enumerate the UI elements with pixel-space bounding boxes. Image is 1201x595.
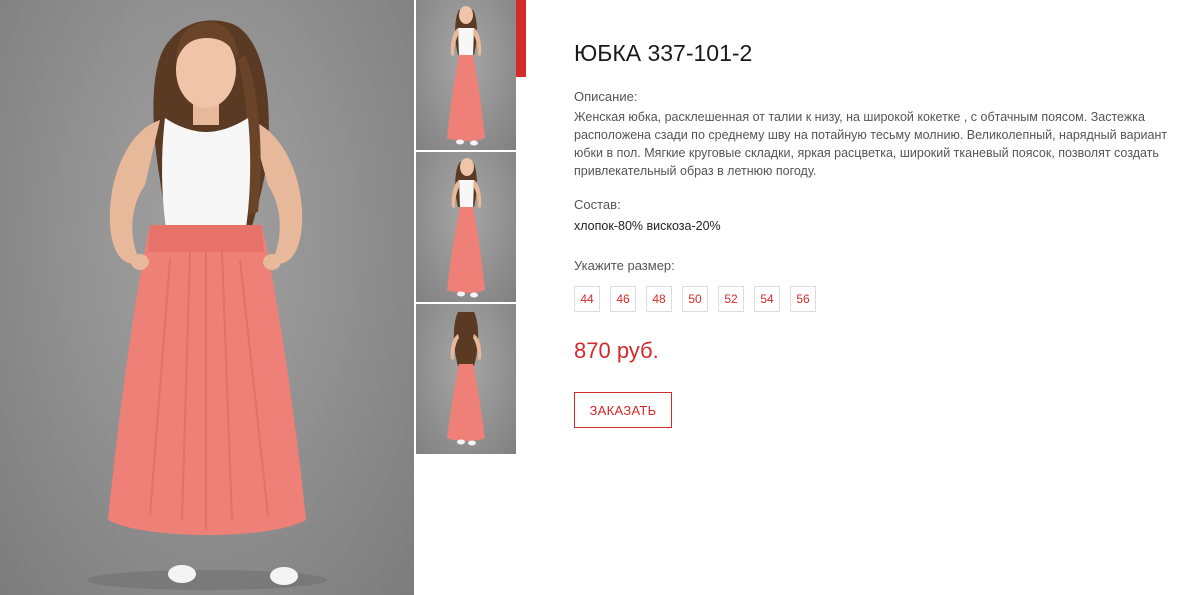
size-option-50[interactable]: 50 <box>682 286 708 312</box>
thumbnail-three-quarter-image <box>447 158 485 298</box>
thumbnail-front-image <box>447 6 485 146</box>
size-option-46[interactable]: 46 <box>610 286 636 312</box>
thumbnail-back-image <box>447 312 485 446</box>
thumbnail-list <box>416 0 516 456</box>
product-description: Женская юбка, расклешенная от талии к ни… <box>574 110 1168 178</box>
size-option-54[interactable]: 54 <box>754 286 780 312</box>
active-thumbnail-indicator <box>516 0 526 77</box>
size-label: Укажите размер: <box>574 258 675 273</box>
order-button[interactable]: ЗАКАЗАТЬ <box>574 392 672 428</box>
product-price: 870 руб. <box>574 338 659 363</box>
main-product-photo[interactable] <box>0 0 414 595</box>
description-label: Описание: <box>574 89 638 104</box>
composition-label: Состав: <box>574 197 621 212</box>
product-composition: хлопок-80% вискоза-20% <box>574 219 721 233</box>
thumbnail-front[interactable] <box>416 0 516 150</box>
size-selector: 44 46 48 50 52 54 56 <box>574 286 816 312</box>
product-title: ЮБКА 337-101-2 <box>574 40 753 66</box>
size-option-52[interactable]: 52 <box>718 286 744 312</box>
size-option-48[interactable]: 48 <box>646 286 672 312</box>
model-figure-image <box>87 20 327 590</box>
thumbnail-three-quarter[interactable] <box>416 152 516 302</box>
thumbnail-back[interactable] <box>416 304 516 454</box>
size-option-56[interactable]: 56 <box>790 286 816 312</box>
size-option-44[interactable]: 44 <box>574 286 600 312</box>
